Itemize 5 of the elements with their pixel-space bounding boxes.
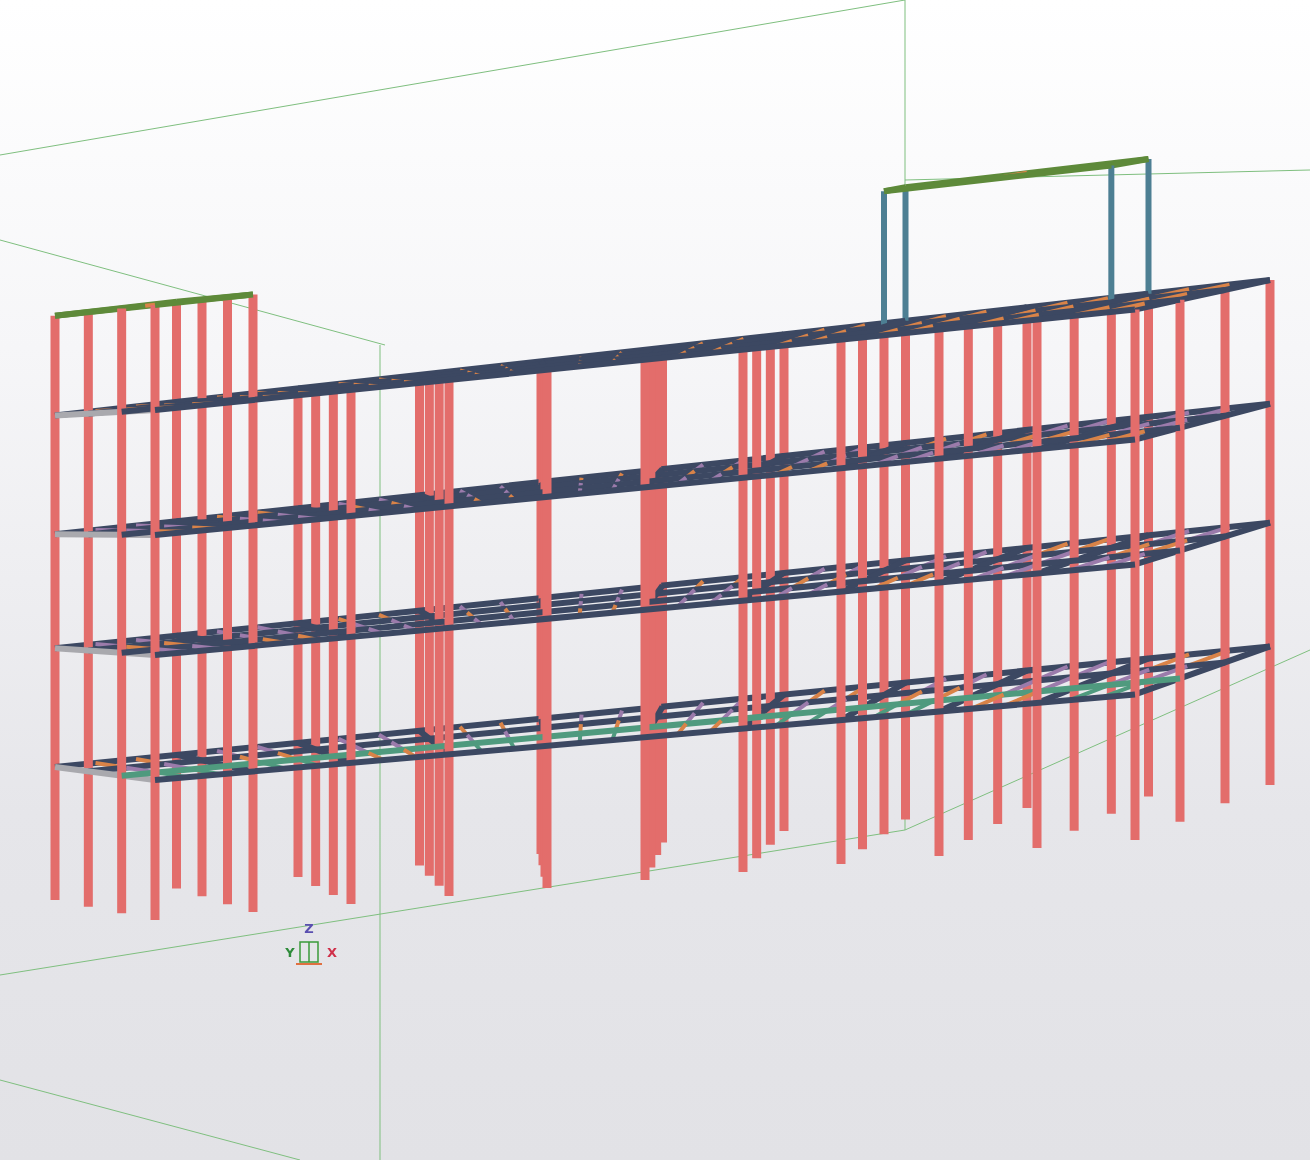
axis-label: X xyxy=(327,945,337,960)
axis-label: Z xyxy=(304,921,314,936)
axis-triad-icon xyxy=(295,941,323,965)
axis-label: Y xyxy=(285,945,295,960)
model-viewport[interactable]: Z Y X xyxy=(0,0,1310,1160)
